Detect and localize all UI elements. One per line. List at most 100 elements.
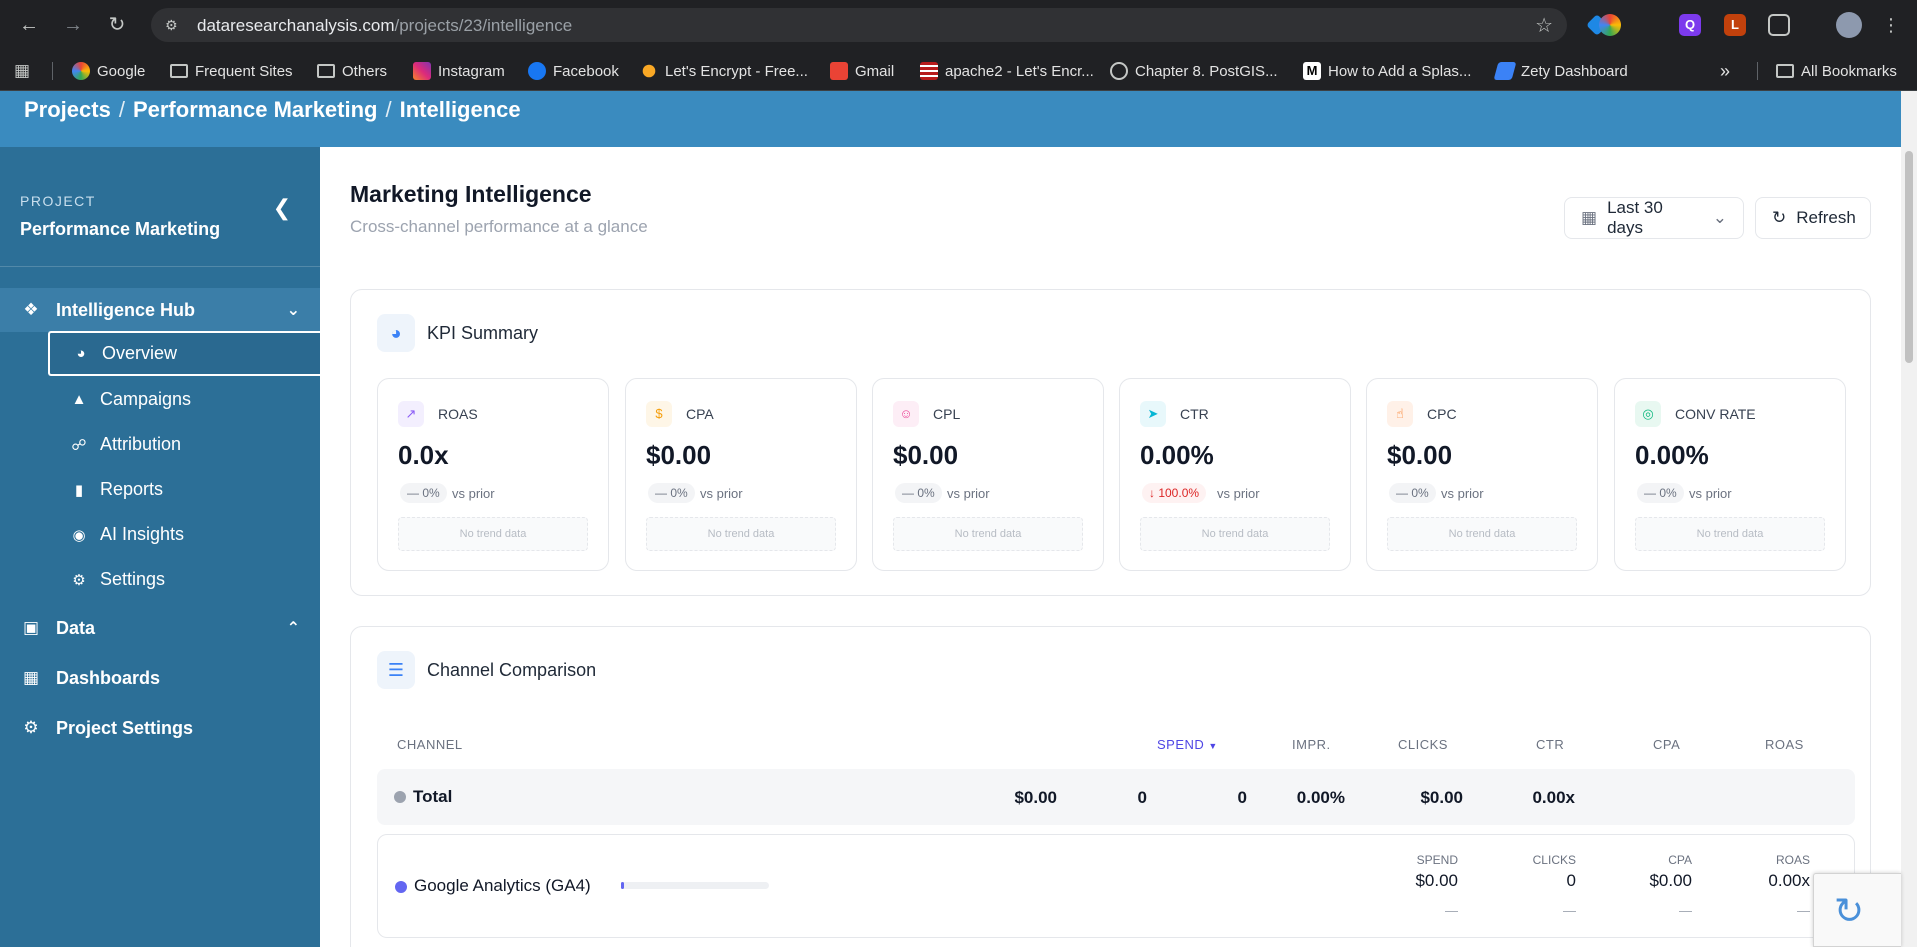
zety-icon [1493,62,1517,80]
kpi-value: 0.00% [1635,440,1709,470]
project-label: PROJECT [20,193,96,209]
column-header-spend[interactable]: SPEND ▼ [1157,737,1218,752]
channel-comparison-title: Channel Comparison [427,659,597,680]
page-title: Marketing Intelligence [350,181,592,207]
project-name: Performance Marketing [20,219,221,239]
column-header-clicks[interactable]: CLICKS [1398,737,1448,752]
sidebar-item-campaigns[interactable]: ▲ Campaigns [48,377,320,422]
sidebar-item-overview[interactable]: ◕ Overview [48,331,320,376]
column-header-impr[interactable]: IMPR. [1292,737,1331,752]
sidebar-item-ai-insights[interactable]: ◉ AI Insights [48,512,320,557]
collapse-sidebar-icon[interactable]: ❮ [270,193,294,223]
bar-list-icon: ☰ [377,651,415,689]
app-header: Projects / Performance Marketing / Intel… [0,91,1901,147]
browser-toolbar: ← → ↻ ⚙ dataresearchanalysis.com/project… [0,0,1917,50]
bookmark-facebook[interactable]: Facebook [528,60,619,82]
column-header-cpa[interactable]: CPA [1653,737,1680,752]
column-header-channel[interactable]: CHANNEL [397,737,463,752]
date-range-dropdown[interactable]: ▦ Last 30 days ⌄ [1564,197,1744,239]
sidebar-item-attribution[interactable]: ☍ Attribution [48,422,320,467]
sidebar-item-intelligence-hub[interactable]: ❖ Intelligence Hub ⌄ [0,288,320,332]
refresh-button[interactable]: ↻ Refresh [1755,197,1871,239]
bookmark-google[interactable]: Google [72,60,145,82]
forward-icon[interactable]: → [58,10,88,40]
cell-roas: 0.00x [1532,788,1575,807]
site-settings-icon[interactable]: ⚙ [165,16,183,34]
spend-share-bar [621,882,769,889]
table-row-total: Total $0.00 0 0 0.00% $0.00 0.00x [377,769,1855,825]
target-icon: ◎ [1635,401,1661,427]
address-bar[interactable]: ⚙ dataresearchanalysis.com/projects/23/i… [151,8,1567,42]
color-extension-icon[interactable] [1599,14,1621,36]
kpi-card-cpc: ☝ CPC $0.00 — 0% vs prior No trend data [1366,378,1598,571]
sidebar-divider [0,266,320,267]
bookmark-splash[interactable]: M How to Add a Splas... [1303,60,1471,82]
scrollbar-thumb[interactable] [1905,151,1913,363]
kpi-summary-header: ◕ KPI Summary [377,314,538,352]
user-plus-icon: ☺ [893,401,919,427]
kpi-trend-placeholder: No trend data [1140,517,1330,551]
bookmark-zety[interactable]: Zety Dashboard [1493,60,1628,82]
bookmark-frequent-sites[interactable]: Frequent Sites [170,60,293,82]
kpi-trend-placeholder: No trend data [1387,517,1577,551]
folder-icon [317,64,335,78]
kpi-delta-badge: ↓ 100.0% [1142,483,1207,503]
kpi-trend-placeholder: No trend data [646,517,836,551]
menu-kebab-icon[interactable]: ⋮ [1876,10,1906,40]
recaptcha-badge[interactable]: ↻ [1813,873,1901,947]
bookmarks-bar: ▦ Google Frequent Sites Others Instagram… [0,50,1917,91]
spend-share-fill [621,882,624,889]
gear-icon: ⚙ [23,718,39,737]
bookmark-gmail[interactable]: Gmail [830,60,894,82]
cursor-icon: ➤ [1140,401,1166,427]
bookmark-others[interactable]: Others [317,60,387,82]
gear-icon: ⚙ [72,571,86,589]
metric-clicks: 0 [1566,871,1576,890]
network-icon: ☍ [71,436,87,454]
bookmark-postgis[interactable]: Chapter 8. PostGIS... [1110,60,1278,82]
facebook-icon [528,62,546,80]
column-header-ctr[interactable]: CTR [1536,737,1564,752]
bookmark-star-icon[interactable]: ☆ [1535,13,1553,38]
cell-clicks: 0 [1237,788,1247,807]
breadcrumb-separator: / [385,97,392,122]
kpi-value: $0.00 [646,440,712,470]
apps-grid-icon[interactable]: ▦ [14,60,30,82]
sidebar-item-project-settings[interactable]: ⚙ Project Settings [0,706,320,750]
profile-avatar[interactable] [1836,12,1862,38]
trend-line-icon: ↗ [398,401,424,427]
metric-cpa: $0.00 [1649,871,1692,890]
bookmark-instagram[interactable]: Instagram [413,60,505,82]
bookmarks-overflow-icon[interactable]: » [1720,60,1730,82]
kpi-summary-card: ◕ KPI Summary ↗ ROAS 0.0x — 0% vs prior … [350,289,1871,596]
page-scrollbar[interactable] [1901,91,1917,947]
sidebar-item-reports[interactable]: ▮ Reports [48,467,320,512]
sidebar-item-dashboards[interactable]: ▦ Dashboards [0,656,320,700]
kpi-card-ctr: ➤ CTR 0.00% ↓ 100.0% vs prior No trend d… [1119,378,1351,571]
bookmark-lets-encrypt[interactable]: Let's Encrypt - Free... [640,60,808,82]
refresh-icon: ↻ [1772,208,1787,227]
breadcrumb-projects[interactable]: Projects [24,97,111,123]
kpi-value: $0.00 [893,440,959,470]
channel-color-dot [395,881,407,893]
kpi-delta-badge: — 0% [895,483,942,503]
channel-comparison-card: ☰ Channel Comparison CHANNEL SPEND ▼ IMP… [350,626,1871,947]
breadcrumb: Projects / Performance Marketing / Intel… [24,97,521,123]
kpi-delta-badge: — 0% [400,483,447,503]
reload-icon[interactable]: ↻ [102,10,132,40]
hand-pointer-icon: ☝ [1387,401,1413,427]
all-bookmarks[interactable]: All Bookmarks [1776,60,1897,82]
l-extension-icon[interactable]: L [1724,14,1746,36]
q-extension-icon[interactable]: Q [1679,14,1701,36]
bookmark-apache2[interactable]: apache2 - Let's Encr... [920,60,1094,82]
kpi-delta-badge: — 0% [1637,483,1684,503]
breadcrumb-project[interactable]: Performance Marketing [133,97,378,123]
sun-icon [642,64,656,78]
extensions-puzzle-icon[interactable] [1768,14,1790,36]
sidebar-item-data[interactable]: ▣ Data ⌃ [0,606,320,650]
column-header-roas[interactable]: ROAS [1765,737,1804,752]
table-row-channel[interactable]: Google Analytics (GA4) SPEND $0.00 — CLI… [377,834,1855,938]
brain-icon: ❖ [23,300,39,319]
back-icon[interactable]: ← [14,10,44,40]
sidebar-item-settings[interactable]: ⚙ Settings [48,557,320,602]
